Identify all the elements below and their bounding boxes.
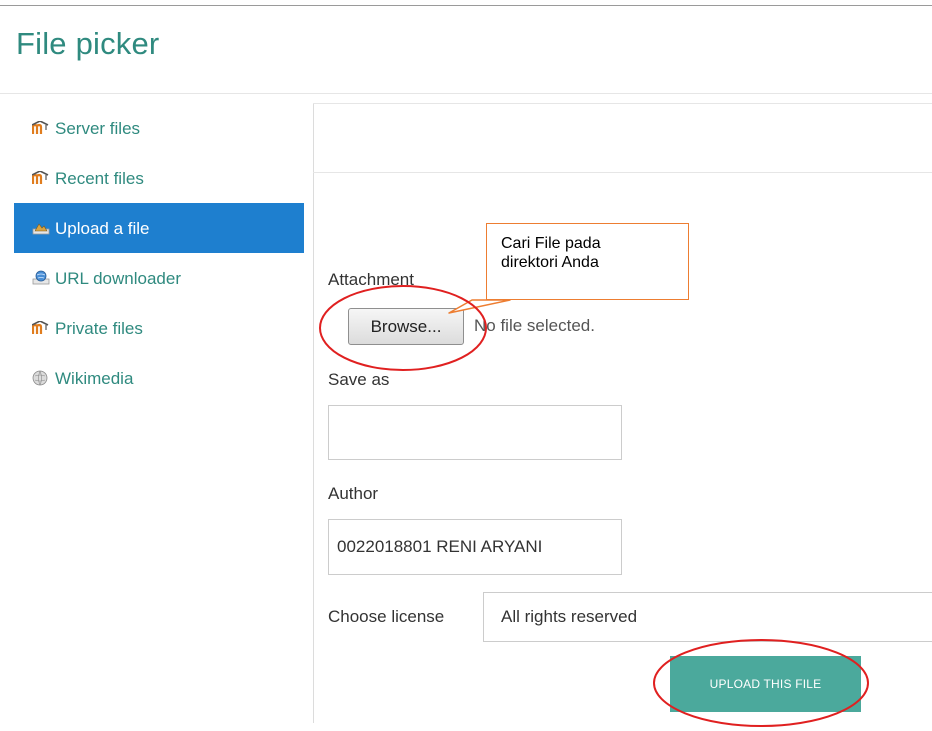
author-label: Author [328, 484, 379, 503]
file-status-text: No file selected. [474, 316, 595, 335]
sidebar-item-label: Private files [55, 318, 143, 338]
sidebar-item-upload-a-file[interactable]: Upload a file [14, 203, 304, 253]
browse-button[interactable]: Browse... [348, 308, 464, 345]
author-input[interactable] [328, 519, 622, 575]
sidebar-item-label: Recent files [55, 168, 144, 188]
panel-border [313, 103, 314, 723]
upload-file-button[interactable]: UPLOAD THIS FILE [670, 656, 861, 712]
panel-divider [313, 172, 932, 173]
header-divider [0, 93, 932, 94]
sidebar-item-wikimedia[interactable]: Wikimedia [14, 353, 304, 403]
attachment-label: Attachment [328, 270, 414, 289]
sidebar-item-url-downloader[interactable]: URL downloader [14, 253, 304, 303]
sidebar-item-label: Wikimedia [55, 368, 134, 388]
sidebar-item-recent-files[interactable]: Recent files [14, 153, 304, 203]
sidebar-item-label: Server files [55, 118, 141, 138]
callout-annotation: Cari File pada direktori Anda [486, 223, 689, 300]
url-downloader-icon [32, 269, 52, 287]
license-select[interactable]: All rights reserved [483, 592, 932, 642]
top-rule [0, 5, 932, 6]
wikimedia-icon [32, 369, 52, 387]
saveas-input[interactable] [328, 405, 622, 460]
upload-icon [32, 219, 52, 237]
moodle-icon [32, 119, 52, 137]
saveas-label: Save as [328, 370, 390, 389]
moodle-icon [32, 169, 52, 187]
sidebar-item-server-files[interactable]: Server files [14, 103, 304, 153]
repository-sidebar: Server files Recent files Upload a file … [14, 103, 304, 403]
page-title: File picker [16, 26, 160, 61]
license-label: Choose license [328, 607, 445, 626]
license-selected-value: All rights reserved [501, 607, 638, 626]
sidebar-item-private-files[interactable]: Private files [14, 303, 304, 353]
moodle-icon [32, 319, 52, 337]
sidebar-item-label: URL downloader [55, 268, 181, 288]
panel-divider [313, 103, 932, 104]
sidebar-item-label: Upload a file [55, 218, 150, 238]
